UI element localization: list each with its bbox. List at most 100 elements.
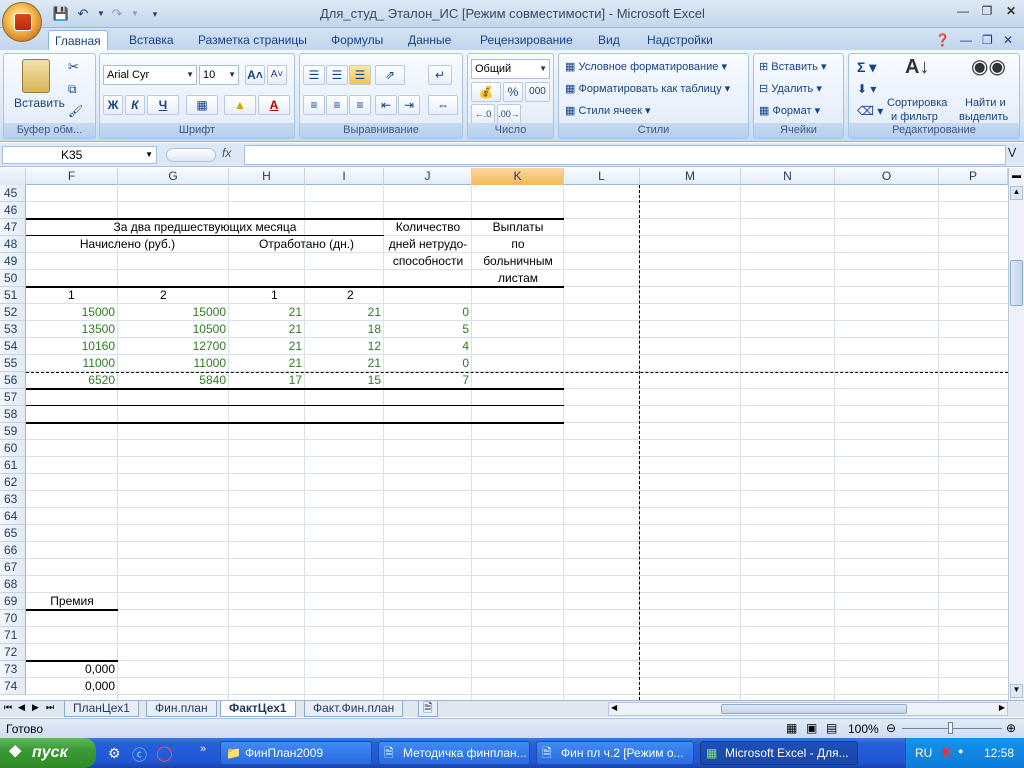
sort-filter-icon[interactable]: A↓ [905,57,929,77]
tab-formulas[interactable]: Формулы [325,30,389,50]
minimize-icon[interactable]: — [953,4,973,20]
column-header-p[interactable]: P [939,168,1008,185]
header-accrued[interactable]: Начислено (руб.) [26,236,229,253]
table-cell[interactable]: 21 [305,355,384,372]
taskbar-item-word-1[interactable]: 🗎 Методичка финплан... [378,741,530,765]
autosum-icon[interactable]: Σ ▾ [857,58,876,76]
table-cell[interactable]: 13500 [26,321,118,338]
format-painter-icon[interactable]: 🖌 [68,102,83,120]
header-two-months[interactable]: За два предшествующих месяца [26,219,384,236]
table-cell[interactable]: 5 [384,321,472,338]
row-header-71[interactable]: 71 [0,627,26,644]
subheader-cell[interactable]: 1 [26,287,118,304]
zoom-in-icon[interactable]: ⊕ [1006,721,1016,735]
formula-bar-handle[interactable] [166,148,216,162]
table-cell[interactable]: 10160 [26,338,118,355]
column-header-m[interactable]: M [640,168,741,185]
table-cell[interactable]: 11000 [26,355,118,372]
borders-icon[interactable]: ▦ [186,95,218,115]
split-box[interactable]: ▬ [1010,170,1023,184]
table-cell[interactable]: 21 [229,355,305,372]
table-cell[interactable]: 18 [305,321,384,338]
page-layout-view-icon[interactable]: ▣ [806,721,817,735]
tray-status-icon[interactable]: ● [958,746,963,756]
table-cell[interactable]: 21 [229,304,305,321]
ribbon-minimize-icon[interactable]: — [960,30,972,50]
horizontal-scrollbar[interactable]: ◀ ▶ [608,702,1008,716]
header-qty-1[interactable]: Количество [384,219,472,236]
help-icon[interactable]: ❓ [935,30,950,50]
restore-icon[interactable]: ❐ [977,4,997,20]
show-desktop-icon[interactable]: ⚙ [108,745,121,762]
column-header-o[interactable]: O [835,168,939,185]
row-header-52[interactable]: 52 [0,304,26,321]
scroll-thumb[interactable] [1010,260,1023,306]
office-button[interactable] [2,2,42,42]
row-header-56[interactable]: 56 [0,372,26,389]
taskbar-item-word-2[interactable]: 🗎 Фин пл ч.2 [Режим о... [536,741,694,765]
paste-icon[interactable] [22,59,50,93]
tab-view[interactable]: Вид [592,30,626,50]
ie-icon[interactable]: ⓒ [132,744,147,765]
copy-icon[interactable]: ⧉ [68,80,77,98]
format-as-table-button[interactable]: ▦ Форматировать как таблицу ▾ [565,80,730,98]
antivirus-icon[interactable]: K [942,744,952,760]
row-header-50[interactable]: 50 [0,270,26,287]
row-header-72[interactable]: 72 [0,644,26,661]
insert-cells-button[interactable]: ⊞ Вставить ▾ [759,58,827,76]
align-right-icon[interactable]: ≡ [349,95,371,115]
font-size-select[interactable]: 10 ▼ [199,65,239,85]
table-cell[interactable]: 17 [229,372,305,389]
binoculars-icon[interactable]: ◉◉ [971,57,1006,77]
first-sheet-icon[interactable]: ⏮ [4,702,12,713]
paste-button[interactable]: Вставить [14,94,65,112]
number-format-select[interactable]: Общий ▼ [471,59,550,79]
column-header-j[interactable]: J [384,168,472,185]
cell-styles-button[interactable]: ▦ Стили ячеек ▾ [565,102,651,120]
opera-icon[interactable]: ◯ [156,744,173,762]
wrap-text-icon[interactable]: ↵ [428,65,452,85]
last-sheet-icon[interactable]: ⏭ [46,702,54,713]
conditional-formatting-button[interactable]: ▦ Условное форматирование ▾ [565,58,727,76]
header-pay-4[interactable]: листам [472,270,564,287]
table-cell[interactable]: 7 [384,372,472,389]
percent-button[interactable]: % [503,82,523,102]
row-header-65[interactable]: 65 [0,525,26,542]
italic-button[interactable]: К [125,95,145,115]
expand-formula-icon[interactable]: ⋁ [1008,147,1016,158]
undo-icon[interactable]: ↶ [74,5,92,23]
row-header-68[interactable]: 68 [0,576,26,593]
table-cell[interactable]: 21 [305,304,384,321]
column-header-i[interactable]: I [305,168,384,185]
table-cell[interactable]: 15000 [26,304,118,321]
table-cell[interactable]: 6520 [26,372,118,389]
table-cell[interactable]: 11000 [118,355,229,372]
increase-indent-icon[interactable]: ⇥ [398,95,420,115]
subheader-cell[interactable]: 2 [305,287,384,304]
row-header-59[interactable]: 59 [0,423,26,440]
column-header-h[interactable]: H [229,168,305,185]
row-header-51[interactable]: 51 [0,287,26,304]
row-header-49[interactable]: 49 [0,253,26,270]
normal-view-icon[interactable]: ▦ [786,721,797,735]
fill-color-icon[interactable]: ▲ [224,95,256,115]
horizontal-scroll-thumb[interactable] [721,704,907,714]
select-all-corner[interactable] [0,168,26,185]
delete-cells-button[interactable]: ⊟ Удалить ▾ [759,80,822,98]
row-header-73[interactable]: 73 [0,661,26,678]
page-break-view-icon[interactable]: ▤ [826,721,837,735]
row-header-62[interactable]: 62 [0,474,26,491]
save-icon[interactable]: 💾 [52,5,70,23]
merge-center-icon[interactable]: ⇔ [428,95,458,115]
row-header-57[interactable]: 57 [0,389,26,406]
tab-addins[interactable]: Надстройки [641,30,719,50]
row-header-45[interactable]: 45 [0,185,26,202]
row-header-55[interactable]: 55 [0,355,26,372]
ribbon-close-icon[interactable]: ✕ [1003,30,1013,50]
tab-insert[interactable]: Вставка [123,30,180,50]
table-cell[interactable]: 5840 [118,372,229,389]
redo-icon[interactable]: ↷ [108,5,126,23]
vertical-scrollbar[interactable]: ▬ ▲ ▼ [1008,168,1024,700]
row-header-54[interactable]: 54 [0,338,26,355]
table-cell[interactable]: 0 [384,355,472,372]
